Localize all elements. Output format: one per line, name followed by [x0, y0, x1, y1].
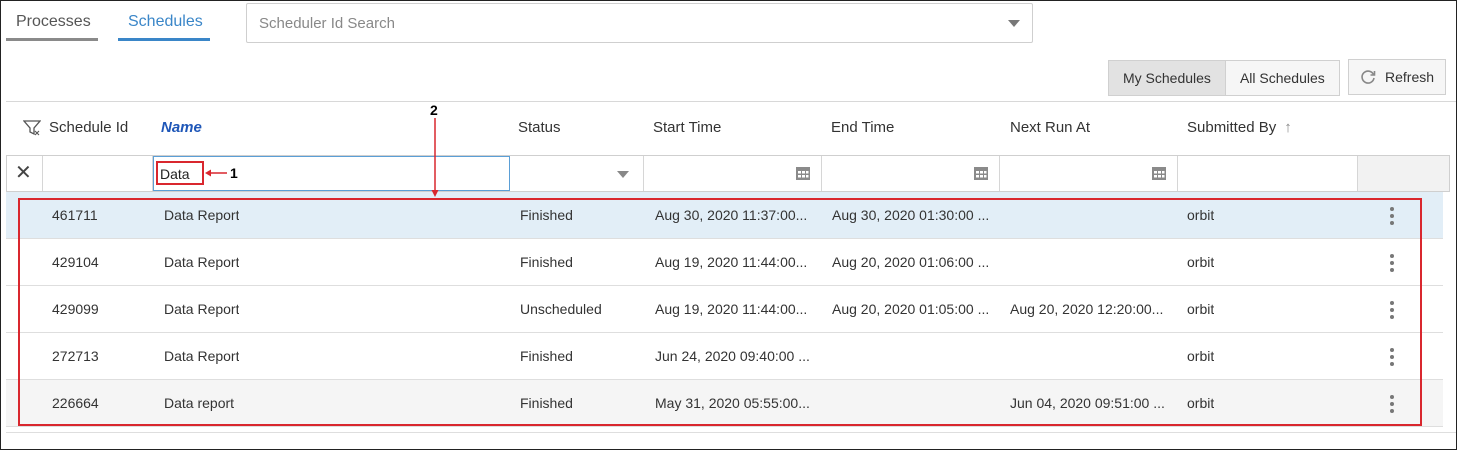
tab-processes[interactable]: Processes: [6, 1, 98, 41]
submitted-by-filter-cell: [1178, 156, 1358, 191]
submitted-by-filter-input[interactable]: [1178, 156, 1357, 191]
tab-bar: Processes Schedules: [6, 1, 230, 43]
schedule-id-filter-input[interactable]: [43, 156, 152, 191]
annotation-box-results: [18, 198, 1422, 426]
annotation-label-1: 1: [230, 165, 238, 181]
actions-filter-cell: [1358, 156, 1449, 191]
clear-filters-icon[interactable]: ✕: [15, 163, 32, 183]
annotation-box-name-filter: [156, 161, 204, 185]
divider: [6, 432, 1456, 433]
filter-icon[interactable]: [23, 119, 41, 137]
end-time-filter-cell[interactable]: [822, 156, 1000, 191]
start-time-filter-cell[interactable]: [644, 156, 822, 191]
clear-filters-cell: ✕: [7, 156, 43, 191]
scheduler-id-search[interactable]: [246, 3, 1033, 43]
column-header-schedule-id[interactable]: Schedule Id: [49, 101, 128, 155]
all-schedules-button[interactable]: All Schedules: [1225, 61, 1339, 95]
status-filter-cell[interactable]: [510, 156, 644, 191]
schedule-scope-toggle: My Schedules All Schedules: [1108, 60, 1340, 96]
refresh-button[interactable]: Refresh: [1348, 59, 1446, 95]
my-schedules-button[interactable]: My Schedules: [1109, 61, 1226, 95]
column-header-end-time[interactable]: End Time: [831, 101, 894, 155]
column-header-next-run-at[interactable]: Next Run At: [1010, 101, 1090, 155]
calendar-icon[interactable]: [1151, 165, 1167, 181]
schedule-id-filter-cell: [43, 156, 153, 191]
annotation-arrow-1: [205, 169, 227, 177]
scheduler-id-search-input[interactable]: [247, 4, 1032, 42]
scheduler-window: Processes Schedules My Schedules All Sch…: [0, 0, 1457, 450]
chevron-down-icon[interactable]: [617, 171, 629, 178]
annotation-label-2: 2: [430, 102, 438, 118]
column-header-start-time[interactable]: Start Time: [653, 101, 721, 155]
refresh-label: Refresh: [1385, 69, 1435, 85]
refresh-icon: [1361, 70, 1376, 84]
column-header-submitted-by[interactable]: Submitted By ↑: [1187, 101, 1292, 155]
chevron-down-icon[interactable]: [1008, 20, 1020, 27]
sort-ascending-icon[interactable]: ↑: [1284, 101, 1292, 155]
tab-schedules[interactable]: Schedules: [118, 1, 210, 41]
calendar-icon[interactable]: [795, 165, 811, 181]
annotation-arrow-2: [431, 118, 439, 197]
calendar-icon[interactable]: [973, 165, 989, 181]
column-header-name[interactable]: Name: [161, 101, 202, 155]
column-header-status[interactable]: Status: [518, 101, 561, 155]
submitted-by-label: Submitted By: [1187, 119, 1277, 136]
next-run-filter-cell[interactable]: [1000, 156, 1178, 191]
